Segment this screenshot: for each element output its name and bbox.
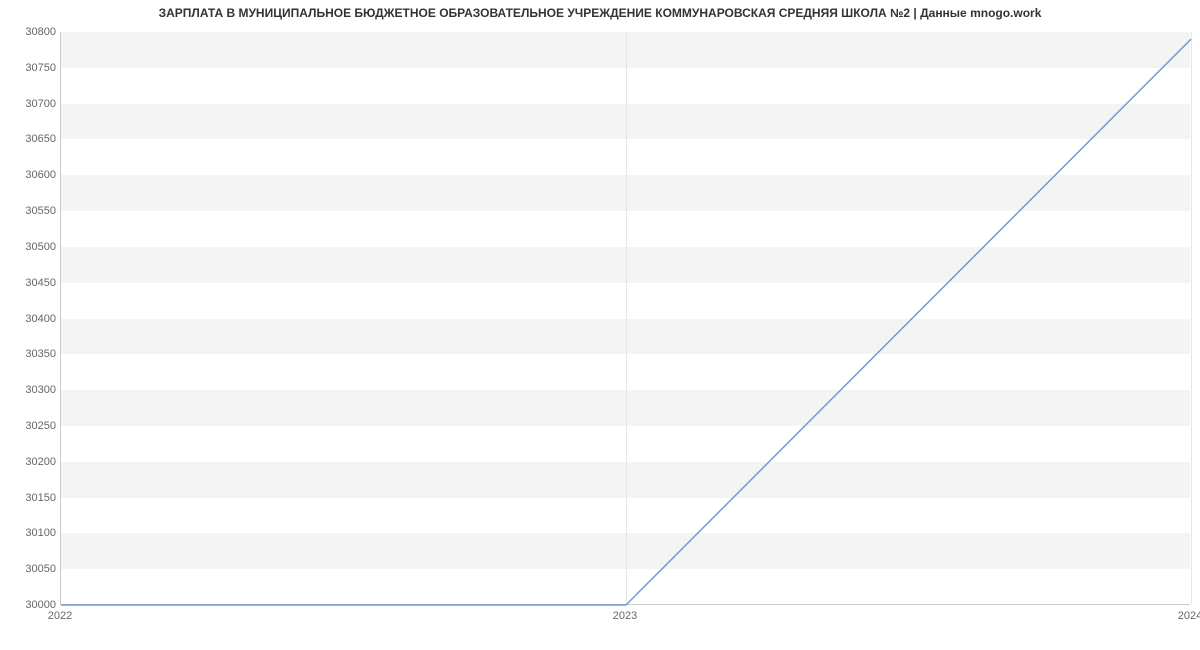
x-tick-label: 2022	[48, 610, 72, 622]
y-tick-label: 30050	[6, 563, 56, 575]
y-tick-label: 30250	[6, 420, 56, 432]
y-tick-label: 30650	[6, 133, 56, 145]
y-tick-label: 30350	[6, 348, 56, 360]
y-tick-label: 30750	[6, 62, 56, 74]
grid-vertical	[1191, 32, 1192, 604]
plot-area	[60, 32, 1190, 605]
salary-chart: ЗАРПЛАТА В МУНИЦИПАЛЬНОЕ БЮДЖЕТНОЕ ОБРАЗ…	[0, 0, 1200, 650]
x-tick-label: 2023	[613, 610, 637, 622]
y-tick-label: 30700	[6, 98, 56, 110]
y-tick-label: 30100	[6, 527, 56, 539]
y-tick-label: 30400	[6, 313, 56, 325]
y-tick-label: 30200	[6, 456, 56, 468]
y-tick-label: 30550	[6, 205, 56, 217]
y-tick-label: 30600	[6, 169, 56, 181]
y-tick-label: 30450	[6, 277, 56, 289]
y-tick-label: 30500	[6, 241, 56, 253]
series-line	[61, 39, 1191, 605]
y-tick-label: 30150	[6, 492, 56, 504]
chart-title: ЗАРПЛАТА В МУНИЦИПАЛЬНОЕ БЮДЖЕТНОЕ ОБРАЗ…	[0, 6, 1200, 20]
x-tick-label: 2024	[1178, 610, 1200, 622]
y-tick-label: 30800	[6, 26, 56, 38]
y-tick-label: 30300	[6, 384, 56, 396]
line-layer	[61, 32, 1190, 604]
